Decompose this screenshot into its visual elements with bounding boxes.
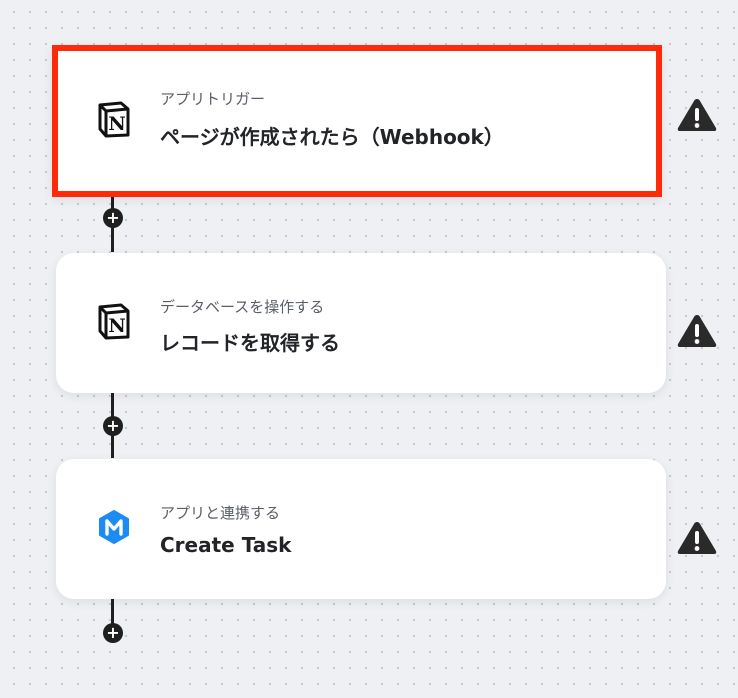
add-step-button[interactable]: +: [103, 416, 123, 436]
step-title: レコードを取得する: [160, 331, 340, 355]
notion-icon: N: [98, 101, 130, 138]
add-step-button[interactable]: +: [103, 623, 123, 643]
warning-icon[interactable]: [676, 313, 718, 349]
svg-text:N: N: [108, 113, 125, 135]
svg-text:N: N: [108, 315, 125, 337]
meistertask-icon: [99, 510, 129, 544]
app-action-step-card[interactable]: アプリと連携する Create Task: [56, 459, 666, 599]
notion-icon: N: [98, 303, 130, 340]
operation-step-card[interactable]: N データベースを操作する レコードを取得する: [56, 253, 666, 393]
step-type-label: アプリトリガー: [160, 90, 266, 108]
add-step-button[interactable]: +: [103, 208, 123, 228]
step-title: ページが作成されたら（Webhook）: [160, 125, 504, 149]
step-type-label: データベースを操作する: [160, 298, 325, 316]
warning-icon[interactable]: [676, 97, 718, 133]
trigger-step-card[interactable]: N アプリトリガー ページが作成されたら（Webhook）: [52, 45, 662, 197]
step-type-label: アプリと連携する: [160, 504, 281, 522]
warning-icon[interactable]: [676, 520, 718, 556]
flow-canvas: + + + N アプリトリガー ページが作成されたら（Webhook） N デー…: [0, 0, 738, 698]
step-title: Create Task: [160, 533, 292, 557]
